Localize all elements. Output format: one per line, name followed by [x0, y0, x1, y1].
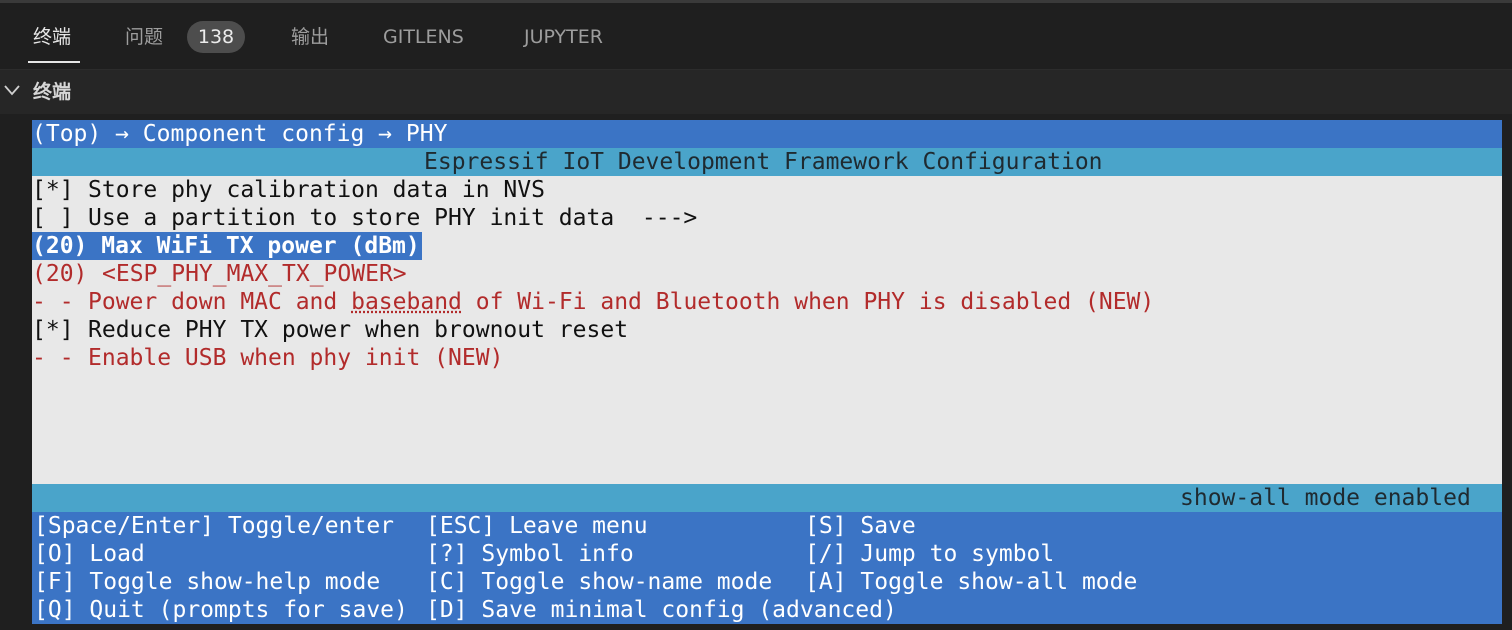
help-row: [Q] Quit (prompts for save) [D] Save min…	[32, 596, 1502, 624]
help-row: [O] Load [?] Symbol info [/] Jump to sym…	[32, 540, 1502, 568]
help-key: [?] Symbol info	[426, 541, 634, 567]
menu-item[interactable]: [*] Reduce PHY TX power when brownout re…	[32, 316, 1502, 344]
menu-item-selected[interactable]: (20) Max WiFi TX power (dBm)	[32, 232, 1502, 260]
active-tab-indicator	[28, 61, 80, 63]
section-title: 终端	[33, 81, 72, 103]
checkbox[interactable]: [ ]	[32, 204, 74, 232]
help-key: [ESC] Leave menu	[426, 513, 648, 539]
dash-prefix: - -	[32, 289, 74, 315]
problems-count-badge: 138	[187, 21, 245, 53]
help-key: [/] Jump to symbol	[805, 541, 1055, 567]
menu-item-label: Enable USB when phy init (NEW)	[88, 345, 504, 371]
help-key: [A] Toggle show-all mode	[805, 569, 1138, 595]
tab-problems[interactable]: 问题	[125, 23, 163, 51]
menu-item[interactable]: [ ] Use a partition to store PHY init da…	[32, 204, 1502, 232]
menu-item-label: Max WiFi TX power (dBm)	[101, 233, 420, 259]
menu-item-label: Use a partition to store PHY init data -…	[88, 205, 698, 231]
menu-item-label: Reduce PHY TX power when brownout reset	[88, 317, 629, 343]
app-title: Espressif IoT Development Framework Conf…	[424, 149, 1103, 175]
status-line: show-all mode enabled	[32, 484, 1502, 512]
value-prefix: (20)	[32, 261, 88, 287]
selected-item-highlight: (20) Max WiFi TX power (dBm)	[32, 232, 422, 260]
chevron-down-icon[interactable]	[4, 84, 20, 96]
checkbox[interactable]: [*]	[32, 316, 74, 344]
panel-tab-bar: 终端 问题 138 输出 GITLENS JUPYTER	[0, 3, 1512, 69]
help-key: [O] Load	[34, 541, 145, 567]
dash-prefix: - -	[32, 345, 74, 371]
menu-item-label: Store phy calibration data in NVS	[88, 177, 545, 203]
help-key: [Q] Quit (prompts for save)	[34, 597, 408, 623]
help-row: [Space/Enter] Toggle/enter [ESC] Leave m…	[32, 512, 1502, 540]
help-key: [D] Save minimal config (advanced)	[426, 597, 897, 623]
help-row: [F] Toggle show-help mode [C] Toggle sho…	[32, 568, 1502, 596]
breadcrumb: (Top) → Component config → PHY	[32, 121, 448, 147]
terminal-scrollbar[interactable]	[1502, 120, 1512, 624]
tab-terminal[interactable]: 终端	[33, 23, 71, 51]
menu-item[interactable]: - - Power down MAC and baseband of Wi-Fi…	[32, 288, 1502, 316]
symbol-name: <ESP_PHY_MAX_TX_POWER>	[102, 261, 407, 287]
menu-item[interactable]: - - Enable USB when phy init (NEW)	[32, 344, 1502, 372]
status-text: show-all mode enabled	[1180, 485, 1471, 511]
tab-jupyter[interactable]: JUPYTER	[524, 23, 603, 51]
tab-gitlens[interactable]: GITLENS	[383, 23, 464, 51]
breadcrumb-line: (Top) → Component config → PHY	[32, 120, 1502, 148]
help-key: [Space/Enter] Toggle/enter	[34, 513, 395, 539]
menu-item[interactable]: [*] Store phy calibration data in NVS	[32, 176, 1502, 204]
terminal-section-header[interactable]: 终端	[0, 70, 1512, 114]
help-key: [S] Save	[805, 513, 916, 539]
title-line: Espressif IoT Development Framework Conf…	[32, 148, 1502, 176]
checkbox[interactable]: [*]	[32, 176, 74, 204]
help-key: [C] Toggle show-name mode	[426, 569, 773, 595]
value-prefix: (20)	[32, 233, 88, 259]
menu-item[interactable]: (20) <ESP_PHY_MAX_TX_POWER>	[32, 260, 1502, 288]
spellcheck-word: baseband	[351, 289, 462, 315]
help-key: [F] Toggle show-help mode	[34, 569, 381, 595]
terminal-view[interactable]: (Top) → Component config → PHY Espressif…	[32, 120, 1502, 624]
menu-item-label: Power down MAC and baseband of Wi-Fi and…	[88, 289, 1155, 315]
tab-output[interactable]: 输出	[291, 23, 329, 51]
